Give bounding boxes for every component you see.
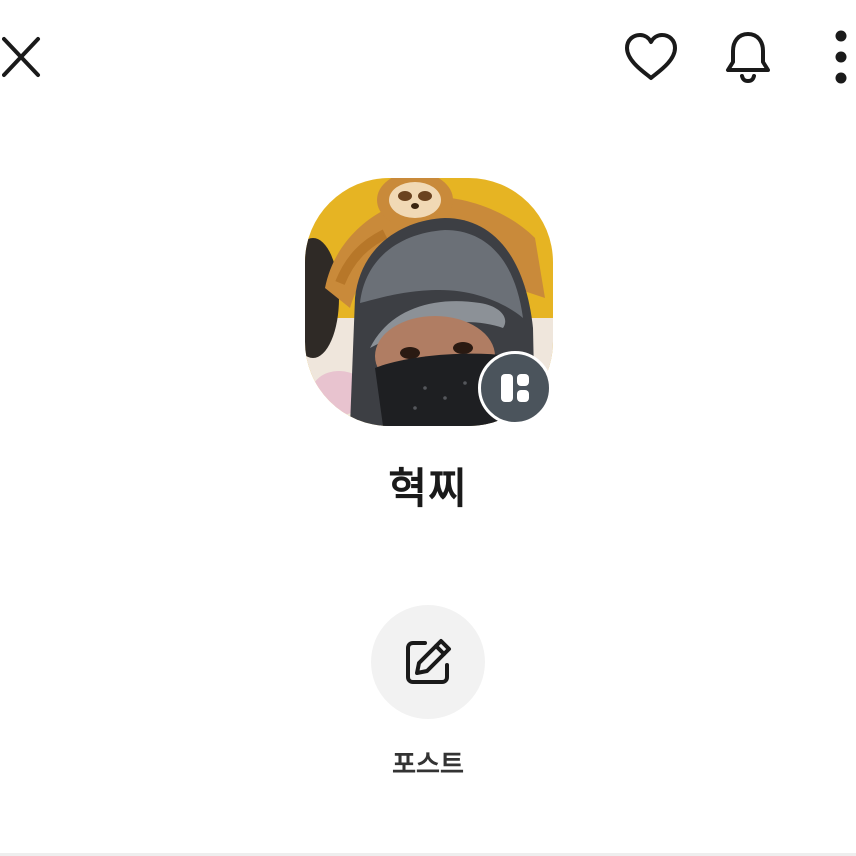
more-options-button[interactable] <box>826 26 856 88</box>
more-vertical-icon <box>835 30 847 84</box>
close-icon <box>2 37 40 77</box>
edit-icon <box>406 639 451 684</box>
profile-avatar-container[interactable] <box>305 178 553 426</box>
profile-name: 혁찌 <box>388 464 468 513</box>
close-button[interactable] <box>0 30 44 84</box>
profile-layout-badge[interactable] <box>478 351 552 425</box>
heart-icon <box>625 33 677 80</box>
like-button[interactable] <box>620 30 682 84</box>
profile-page: 혁찌 포스트 <box>0 0 856 856</box>
bell-icon <box>726 32 770 84</box>
post-button[interactable] <box>371 605 485 719</box>
post-label: 포스트 <box>392 750 464 780</box>
profile-layout-icon <box>501 374 529 402</box>
notification-button[interactable] <box>720 28 776 86</box>
